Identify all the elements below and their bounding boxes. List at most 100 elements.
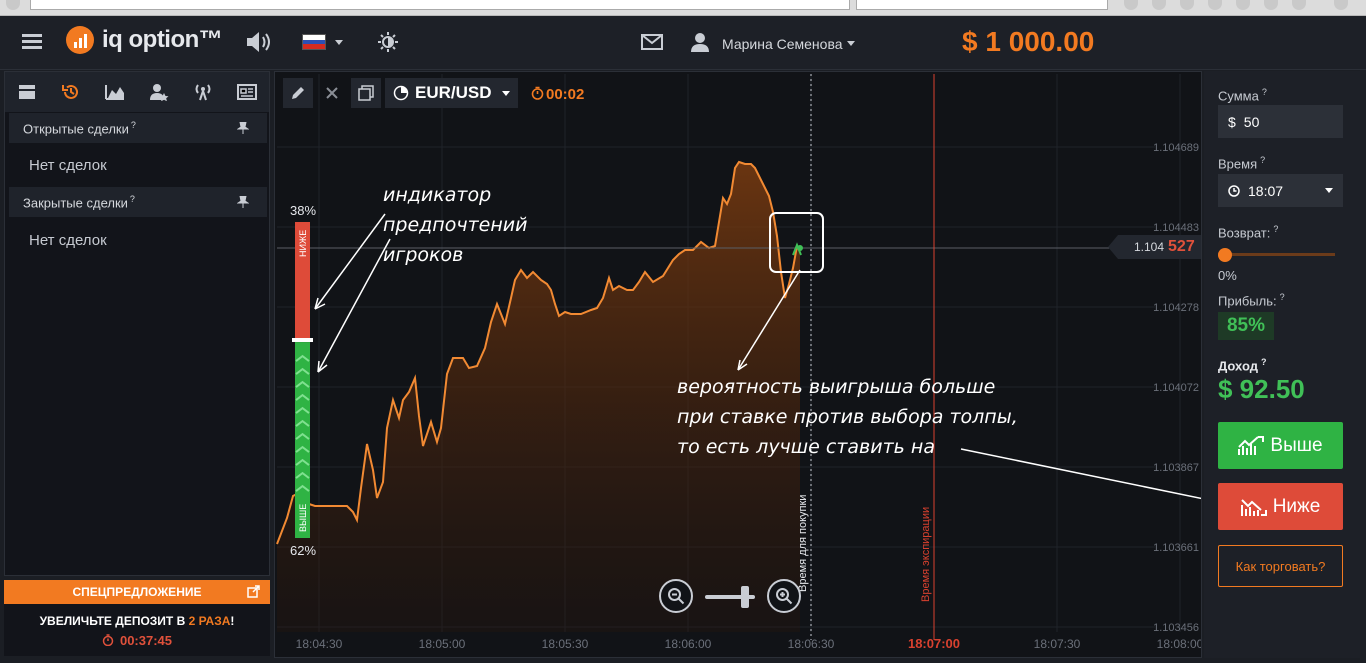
y-tick-label: 1.104072 bbox=[1153, 382, 1199, 394]
chart-area-icon bbox=[105, 85, 124, 100]
amount-input[interactable]: $ 50 bbox=[1218, 105, 1343, 138]
x-tick-label: 18:05:30 bbox=[542, 637, 589, 651]
browser-home-icon[interactable] bbox=[1208, 0, 1222, 10]
language-dropdown-chevron-icon[interactable] bbox=[334, 38, 344, 46]
clear-drawings-button[interactable] bbox=[317, 78, 347, 108]
closed-deals-empty: Нет сделок bbox=[29, 232, 107, 249]
y-axis-ticks: 1.104689 1.104483 1.104278 1.104072 1.103867… bbox=[1153, 142, 1199, 634]
draw-tool-button[interactable] bbox=[283, 78, 313, 108]
x-axis-ticks: 18:04:30 18:05:00 18:05:30 18:06:00 18:06:30… bbox=[296, 636, 1201, 651]
return-help-icon[interactable]: ? bbox=[1273, 224, 1278, 234]
promo-title: СПЕЦПРЕДЛОЖЕНИЕ bbox=[72, 585, 202, 599]
timer-icon bbox=[531, 86, 544, 100]
return-slider-track[interactable] bbox=[1218, 253, 1335, 256]
time-select[interactable]: 18:07 bbox=[1218, 174, 1343, 207]
indicator-annotation: индикатор предпочтений игроков bbox=[383, 184, 528, 266]
income-help-icon[interactable]: ? bbox=[1261, 357, 1267, 367]
chart-panel: Время для покупки Время экспирации 1.104… bbox=[274, 71, 1202, 658]
browser-extension-icon[interactable] bbox=[1236, 0, 1250, 10]
put-down-button[interactable]: Ниже bbox=[1218, 483, 1343, 530]
profit-value: 85% bbox=[1218, 312, 1274, 340]
signal-icon bbox=[195, 84, 211, 101]
zoom-in-button[interactable] bbox=[767, 579, 801, 613]
tab-assets-icon bbox=[19, 85, 35, 99]
browser-bookmark-icon[interactable] bbox=[1124, 0, 1138, 10]
tab-history[interactable] bbox=[49, 72, 93, 112]
browser-menu-icon[interactable] bbox=[1334, 0, 1348, 10]
probability-annotation: вероятность выигрыша больше при ставке п… bbox=[677, 376, 1018, 458]
open-deals-help-icon[interactable]: ? bbox=[131, 120, 136, 130]
browser-address-bar[interactable] bbox=[30, 0, 850, 10]
trend-up-icon bbox=[1238, 435, 1265, 455]
promo-timer: 00:37:45 bbox=[4, 633, 270, 648]
indicator-bottom-percent: 62% bbox=[290, 543, 316, 558]
sound-icon[interactable] bbox=[244, 29, 274, 55]
return-value: 0% bbox=[1218, 268, 1237, 283]
open-deals-header[interactable]: Открытые сделки? bbox=[9, 113, 267, 143]
app-window: iq option™ Марина Семенова $ 1 000.00 От… bbox=[0, 0, 1366, 663]
indicator-down-label: НИЖЕ bbox=[298, 230, 308, 257]
tab-signals[interactable] bbox=[181, 72, 225, 112]
asset-selector[interactable]: EUR/USD bbox=[385, 78, 518, 108]
multi-chart-button[interactable] bbox=[351, 78, 381, 108]
menu-icon[interactable] bbox=[22, 34, 42, 50]
stopwatch-icon bbox=[102, 634, 114, 647]
user-name[interactable]: Марина Семенова bbox=[722, 36, 843, 52]
amount-currency: $ bbox=[1228, 113, 1236, 130]
tab-charts[interactable] bbox=[93, 72, 137, 112]
brightness-icon[interactable] bbox=[376, 30, 400, 54]
browser-reading-icon[interactable] bbox=[1152, 0, 1166, 10]
x-tick-label: 18:06:00 bbox=[665, 637, 712, 651]
y-tick-label: 1.103661 bbox=[1153, 542, 1199, 554]
how-to-trade-button[interactable]: Как торговать? bbox=[1218, 545, 1343, 587]
asset-chevron-down-icon bbox=[501, 90, 510, 96]
asset-name: EUR/USD bbox=[415, 83, 492, 102]
news-icon bbox=[237, 84, 257, 100]
closed-deals-header[interactable]: Закрытые сделки? bbox=[9, 187, 267, 217]
profit-help-icon[interactable]: ? bbox=[1280, 292, 1285, 302]
clock-icon bbox=[1228, 184, 1240, 197]
browser-extension-icon-3[interactable] bbox=[1292, 0, 1306, 10]
income-label: Доход? bbox=[1218, 357, 1267, 374]
language-flag-icon[interactable] bbox=[302, 34, 326, 50]
zoom-in-icon bbox=[776, 588, 793, 605]
time-help-icon[interactable]: ? bbox=[1260, 155, 1265, 165]
external-link-icon[interactable] bbox=[247, 585, 260, 598]
asset-clock-icon bbox=[393, 85, 409, 101]
promo-banner[interactable]: СПЕЦПРЕДЛОЖЕНИЕ УВЕЛИЧЬТЕ ДЕПОЗИТ В 2 РА… bbox=[4, 580, 270, 656]
tab-traders[interactable] bbox=[137, 72, 181, 112]
price-chart[interactable]: Время для покупки Время экспирации 1.104… bbox=[275, 72, 1202, 658]
y-tick-label: 1.104689 bbox=[1153, 142, 1199, 154]
time-label: Время? bbox=[1218, 155, 1266, 172]
open-deals-empty: Нет сделок bbox=[29, 157, 107, 174]
profit-label: Прибыль:? bbox=[1218, 292, 1285, 309]
tab-news[interactable] bbox=[225, 72, 269, 112]
top-header: iq option™ Марина Семенова $ 1 000.00 bbox=[0, 16, 1366, 70]
closed-deals-pin-icon[interactable] bbox=[237, 196, 249, 208]
closed-deals-help-icon[interactable]: ? bbox=[130, 194, 135, 204]
browser-download-icon[interactable] bbox=[1180, 0, 1194, 10]
logo[interactable]: iq option™ bbox=[66, 26, 223, 54]
browser-back-button[interactable] bbox=[6, 0, 20, 10]
return-slider-knob[interactable] bbox=[1218, 248, 1232, 262]
x-tick-label: 18:07:30 bbox=[1034, 637, 1081, 651]
tab-assets[interactable] bbox=[5, 72, 49, 112]
account-balance[interactable]: $ 1 000.00 bbox=[962, 26, 1094, 58]
trade-panel: Сумма? $ 50 Время? 18:07 Возврат:? 0% Пр… bbox=[1204, 71, 1360, 658]
history-icon bbox=[62, 84, 78, 99]
amount-help-icon[interactable]: ? bbox=[1262, 87, 1267, 97]
browser-extension-icon-2[interactable] bbox=[1264, 0, 1278, 10]
mail-icon[interactable] bbox=[640, 32, 664, 52]
indicator-up-label: ВЫШЕ bbox=[298, 504, 308, 532]
zoom-out-button[interactable] bbox=[659, 579, 693, 613]
user-dropdown-chevron-icon[interactable] bbox=[846, 39, 856, 47]
zoom-slider-handle[interactable] bbox=[741, 586, 749, 608]
browser-search-bar[interactable] bbox=[856, 0, 1108, 10]
call-up-button[interactable]: Выше bbox=[1218, 422, 1343, 469]
promo-header: СПЕЦПРЕДЛОЖЕНИЕ bbox=[4, 580, 270, 604]
time-chevron-down-icon bbox=[1325, 188, 1333, 193]
user-avatar-icon[interactable] bbox=[690, 31, 710, 53]
open-deals-pin-icon[interactable] bbox=[237, 122, 249, 134]
purchase-time-label: Время для покупки bbox=[797, 495, 809, 592]
y-tick-label: 1.103867 bbox=[1153, 462, 1199, 474]
